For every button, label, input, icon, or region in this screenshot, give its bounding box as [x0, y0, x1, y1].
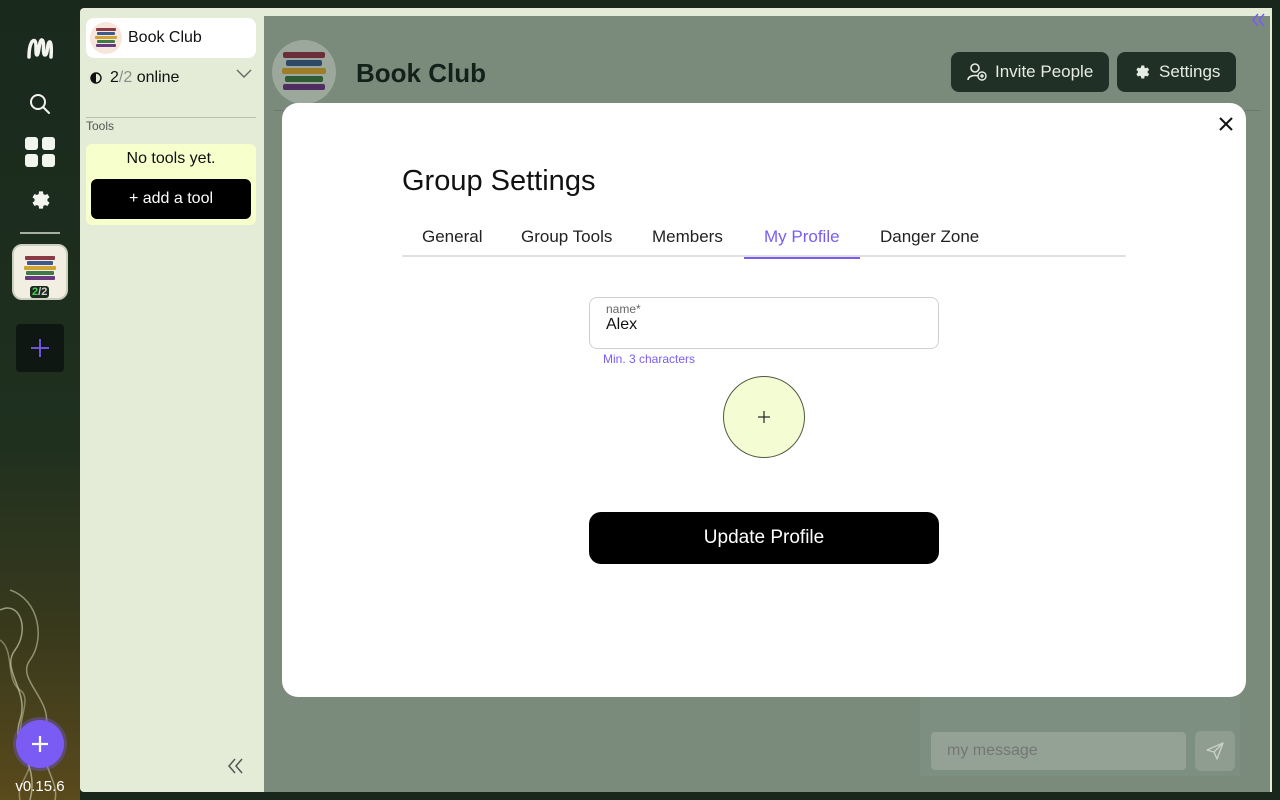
- gear-icon: [1136, 65, 1150, 79]
- tab-group-tools[interactable]: Group Tools: [501, 219, 632, 257]
- tab-members[interactable]: Members: [632, 219, 743, 257]
- tab-danger-zone[interactable]: Danger Zone: [860, 219, 999, 257]
- settings-label: Settings: [1159, 62, 1221, 81]
- group-online-count: 2/2: [30, 286, 50, 298]
- tools-section-label: Tools: [86, 119, 115, 133]
- name-field: name*: [589, 297, 939, 349]
- plus-icon: [31, 339, 49, 357]
- avatar-upload-button[interactable]: [723, 376, 805, 458]
- name-field-hint: Min. 3 characters: [603, 352, 696, 366]
- invite-people-label: Invite People: [995, 62, 1094, 81]
- group-sidebar: Book Club 2/2 online Tools No tools yet.…: [80, 8, 262, 792]
- tools-empty-message: No tools yet.: [126, 150, 216, 167]
- name-field-label: name*: [606, 302, 641, 316]
- quick-add-button[interactable]: [16, 720, 64, 768]
- message-input[interactable]: [931, 732, 1186, 770]
- modal-title: Group Settings: [402, 165, 596, 197]
- collapse-sidebar-icon[interactable]: [226, 756, 246, 776]
- add-group-button[interactable]: [16, 324, 64, 372]
- expand-panel-icon[interactable]: [1250, 12, 1266, 28]
- app-rail: 2/2 v0.15.6: [0, 0, 80, 800]
- plus-icon: [758, 411, 770, 423]
- name-input[interactable]: [606, 316, 922, 334]
- send-icon: [1206, 742, 1224, 760]
- tools-panel: No tools yet. + add a tool: [86, 144, 256, 225]
- chevron-down-icon: [236, 69, 252, 78]
- group-settings-modal: Group Settings General Group Tools Membe…: [282, 103, 1246, 697]
- group-name: Book Club: [128, 29, 202, 46]
- group-chip-avatar: [90, 22, 122, 54]
- online-text: 2/2 online: [110, 69, 180, 86]
- books-icon: [282, 52, 326, 90]
- app-logo-icon[interactable]: [16, 24, 64, 72]
- search-icon[interactable]: [16, 80, 64, 128]
- app-version: v0.15.6: [15, 778, 65, 795]
- rail-divider: [20, 232, 60, 234]
- plus-icon: [32, 736, 48, 752]
- close-icon[interactable]: [1217, 115, 1235, 133]
- settings-tabs: General Group Tools Members My Profile D…: [402, 219, 1126, 259]
- update-profile-button[interactable]: Update Profile: [589, 512, 939, 564]
- group-avatar-book-club[interactable]: 2/2: [12, 244, 68, 300]
- tab-general[interactable]: General: [402, 219, 502, 257]
- add-user-icon: [967, 63, 987, 81]
- online-status-toggle[interactable]: 2/2 online: [90, 67, 252, 89]
- grid-icon[interactable]: [16, 128, 64, 176]
- books-icon: [24, 256, 56, 280]
- gear-icon[interactable]: [16, 176, 64, 224]
- group-title: Book Club: [356, 58, 486, 88]
- half-circle-icon: [90, 72, 102, 84]
- group-header-avatar: [272, 40, 336, 104]
- add-tool-button[interactable]: + add a tool: [91, 179, 251, 219]
- books-icon: [95, 28, 117, 47]
- send-button[interactable]: [1195, 731, 1235, 771]
- invite-people-button[interactable]: Invite People: [951, 52, 1110, 92]
- group-selector[interactable]: Book Club: [86, 18, 256, 58]
- sidebar-divider: [86, 117, 256, 118]
- settings-button[interactable]: Settings: [1117, 52, 1237, 92]
- tab-my-profile[interactable]: My Profile: [744, 219, 860, 259]
